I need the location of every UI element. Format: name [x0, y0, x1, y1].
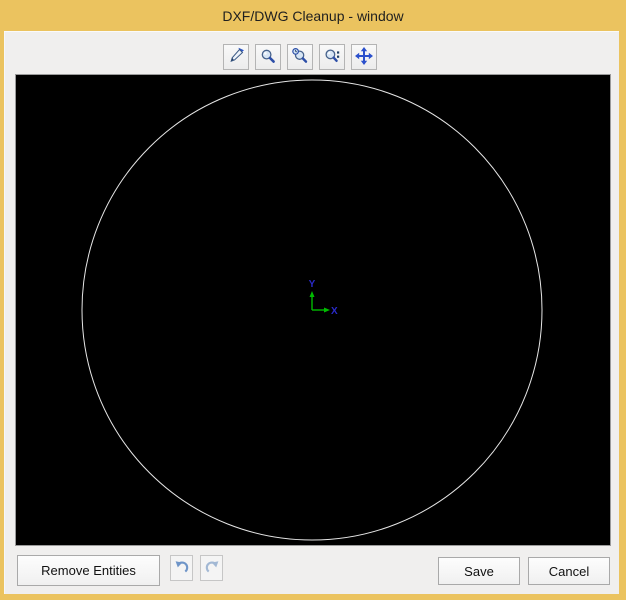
pan-button[interactable] [351, 44, 377, 70]
cancel-button-label: Cancel [548, 563, 590, 579]
select-tool-button[interactable] [223, 44, 249, 70]
magnifier-icon [260, 48, 276, 67]
save-button-label: Save [464, 563, 494, 579]
zoom-in-button[interactable] [255, 44, 281, 70]
title-bar: DXF/DWG Cleanup - window [0, 0, 626, 31]
cancel-button[interactable]: Cancel [528, 557, 610, 585]
remove-entities-label: Remove Entities [41, 563, 136, 578]
origin-axis-indicator: Y X [309, 279, 338, 317]
zoom-window-button[interactable] [287, 44, 313, 70]
axis-x-label: X [331, 306, 338, 317]
magnifier-window-icon [292, 47, 308, 67]
redo-button[interactable] [200, 555, 223, 581]
cursor-pen-icon [228, 47, 245, 67]
drawing-canvas[interactable]: Y X [15, 74, 611, 546]
remove-entities-button[interactable]: Remove Entities [17, 555, 160, 586]
undo-arrow-icon [174, 559, 190, 578]
dialog-content: Y X Remove Entities Save Cancel [4, 31, 619, 594]
magnifier-extents-icon [324, 48, 340, 67]
undo-button[interactable] [170, 555, 193, 581]
save-button[interactable]: Save [438, 557, 520, 585]
redo-arrow-icon [204, 559, 220, 578]
window-title: DXF/DWG Cleanup - window [222, 7, 404, 24]
dialog-window: DXF/DWG Cleanup - window Y X Remove Enti… [0, 0, 626, 600]
zoom-all-button[interactable] [319, 44, 345, 70]
pan-arrows-icon [355, 46, 373, 68]
axis-y-label: Y [309, 279, 316, 290]
